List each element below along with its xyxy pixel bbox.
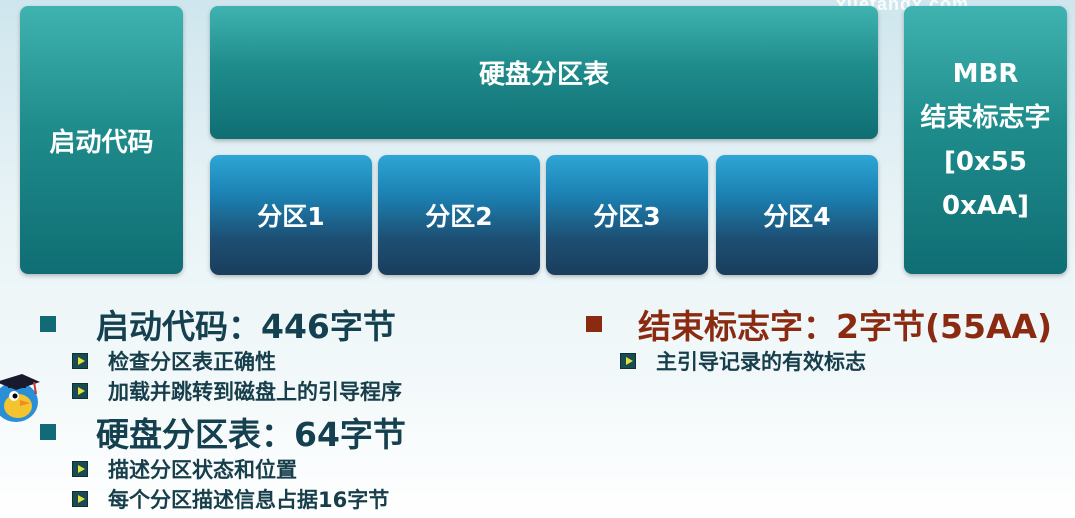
partition-table-heading: 硬盘分区表：64字节	[96, 415, 406, 454]
partition-3-block: 分区3	[546, 155, 708, 275]
bullet-table-item-1: 描述分区状态和位置	[72, 454, 297, 484]
partition-2-label: 分区2	[425, 202, 493, 231]
play-bullet-icon	[72, 353, 88, 369]
boot-code-label: 启动代码	[49, 127, 154, 158]
mascot-icon	[0, 374, 40, 422]
play-bullet-icon	[620, 353, 636, 369]
partition-3-label: 分区3	[593, 202, 661, 231]
play-bullet-icon	[72, 491, 88, 507]
bullet-partition-table: 硬盘分区表：64字节	[40, 408, 406, 456]
partition-1-block: 分区1	[210, 155, 372, 275]
bullet-end-marker: 结束标志字：2字节(55AA)	[586, 300, 1052, 348]
boot-item-1-text: 检查分区表正确性	[108, 350, 276, 374]
partition-4-label: 分区4	[763, 202, 831, 231]
end-marker-heading: 结束标志字：2字节(55AA)	[638, 307, 1053, 346]
table-item-1-text: 描述分区状态和位置	[108, 458, 297, 482]
bullet-table-item-2: 每个分区描述信息占据16字节	[72, 484, 389, 514]
square-bullet-icon	[586, 316, 602, 332]
boot-code-block: 启动代码	[20, 6, 183, 274]
square-bullet-icon	[40, 424, 56, 440]
partition-table-block: 硬盘分区表	[210, 6, 878, 139]
end-item-1-text: 主引导记录的有效标志	[656, 350, 866, 374]
partition-2-block: 分区2	[378, 155, 540, 275]
play-bullet-icon	[72, 461, 88, 477]
bullet-boot-item-1: 检查分区表正确性	[72, 346, 276, 376]
bullet-boot-item-2: 加载并跳转到磁盘上的引导程序	[72, 376, 402, 406]
partition-4-block: 分区4	[716, 155, 878, 275]
boot-item-2-text: 加载并跳转到磁盘上的引导程序	[108, 380, 402, 404]
bullet-end-item-1: 主引导记录的有效标志	[620, 346, 866, 376]
boot-code-heading: 启动代码：446字节	[96, 307, 396, 346]
square-bullet-icon	[40, 316, 56, 332]
slide: xuetangx.com 启动代码 硬盘分区表 分区1 分区2 分区3 分区4 …	[0, 0, 1075, 518]
mbr-end-marker-block: MBR 结束标志字 [0x55 0xAA]	[904, 6, 1067, 274]
bullet-boot-code: 启动代码：446字节	[40, 300, 396, 348]
mbr-end-marker-label: MBR 结束标志字 [0x55 0xAA]	[920, 59, 1051, 221]
table-item-2-text: 每个分区描述信息占据16字节	[108, 488, 390, 512]
play-bullet-icon	[72, 383, 88, 399]
partition-table-label: 硬盘分区表	[478, 60, 609, 90]
partition-1-label: 分区1	[257, 202, 325, 231]
